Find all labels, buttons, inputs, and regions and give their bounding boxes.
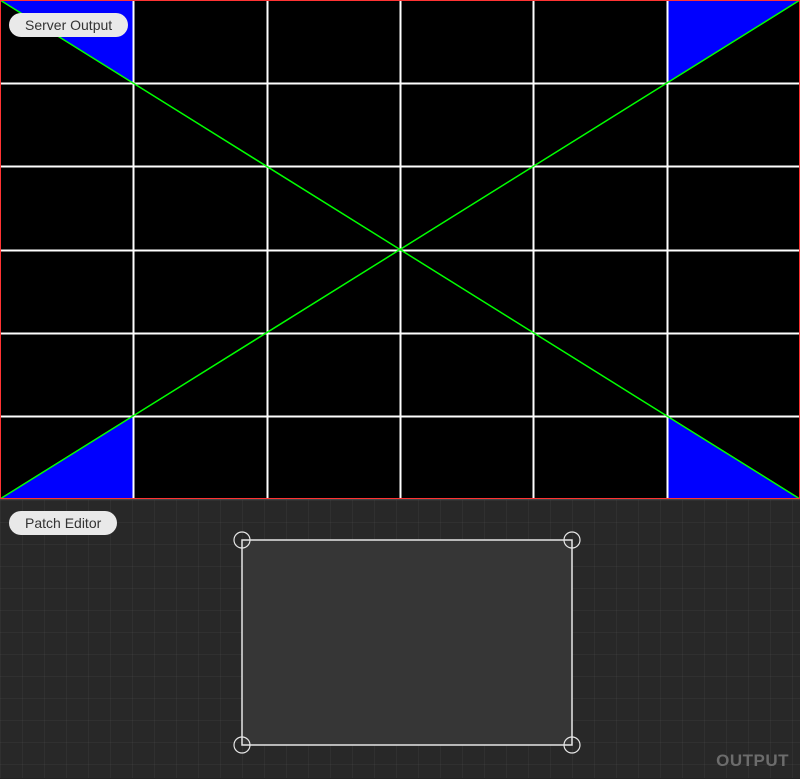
patch-quad bbox=[241, 539, 573, 746]
patch-editor-canvas bbox=[233, 531, 581, 754]
output-tag: OUTPUT bbox=[716, 751, 789, 770]
server-output-label[interactable]: Server Output bbox=[9, 13, 129, 37]
patch-editor-panel: Patch Editor OUTPUT bbox=[0, 499, 800, 778]
server-output-canvas bbox=[0, 0, 800, 499]
server-output-panel: Server Output bbox=[0, 0, 800, 499]
patch-editor-label[interactable]: Patch Editor bbox=[9, 511, 118, 535]
